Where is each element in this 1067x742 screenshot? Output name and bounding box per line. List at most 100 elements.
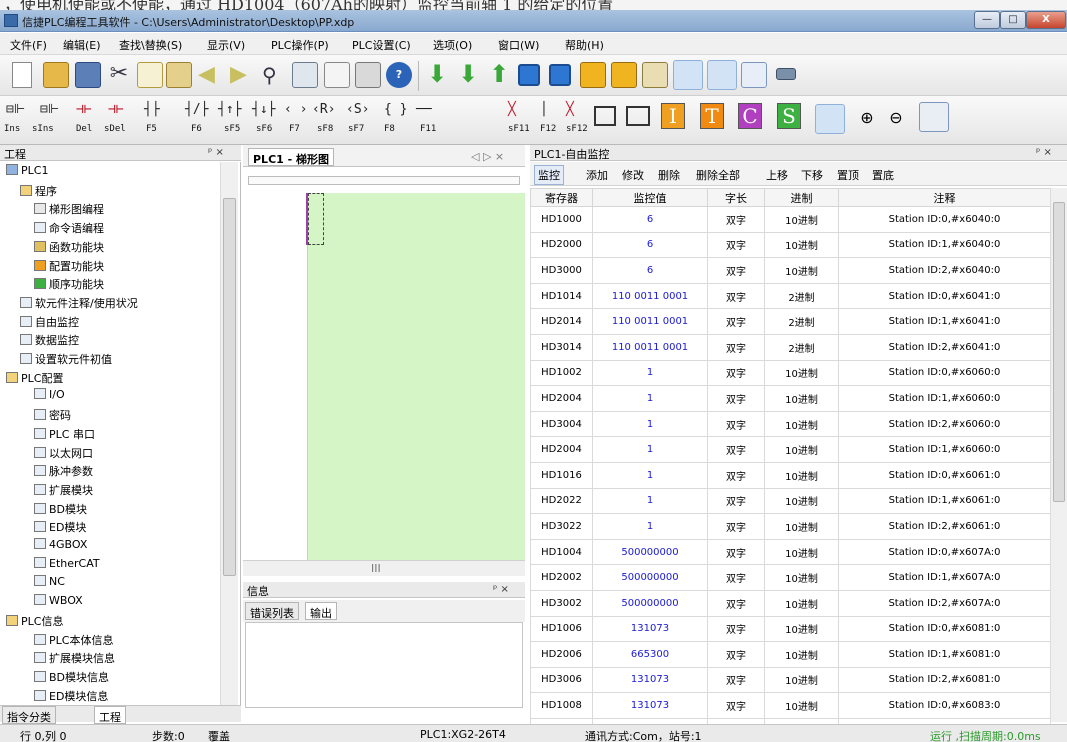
maximize-button[interactable]: □ — [1000, 11, 1026, 29]
word-length-cell[interactable]: 双字 — [707, 436, 765, 463]
help-icon[interactable]: ? — [386, 62, 412, 88]
tree-item[interactable]: 命令语编程 — [34, 220, 104, 236]
word-length-cell[interactable]: 双字 — [707, 410, 765, 438]
radix-cell[interactable]: 10进制 — [764, 538, 839, 566]
view-icon[interactable] — [673, 60, 703, 90]
word-length-cell[interactable]: 双字 — [707, 333, 765, 361]
run-icon[interactable]: ⬆ — [486, 62, 512, 88]
reset-coil-icon[interactable]: ‹R› — [312, 102, 335, 117]
monitor-value-cell[interactable]: 110 0011 0001 — [592, 282, 708, 310]
new-file-icon[interactable] — [12, 62, 32, 88]
delete-button[interactable]: 删除 — [658, 167, 680, 183]
tree-item[interactable]: EtherCAT — [34, 556, 100, 570]
ladder-hscrollbar[interactable]: III — [243, 560, 525, 576]
save-icon[interactable] — [75, 62, 101, 88]
download-icon[interactable]: ⬇ — [424, 62, 450, 88]
zoom-in-icon[interactable]: ⊕ — [854, 106, 880, 132]
table-row[interactable]: HD3022 1 双字 10进制 Station ID:2,#x6061:0 — [530, 513, 1051, 540]
monitor-value-cell[interactable]: 131073 — [592, 666, 708, 694]
monitor-value-cell[interactable]: 110 0011 0001 — [592, 308, 708, 335]
table-row[interactable]: HD3004 1 双字 10进制 Station ID:2,#x6060:0 — [530, 410, 1051, 438]
monitor-panel-pin-close[interactable]: ᵖ × — [1036, 147, 1052, 158]
upload-icon[interactable]: ⬇ — [455, 62, 481, 88]
monitor-value-cell[interactable]: 1 — [592, 436, 708, 463]
radix-cell[interactable]: 2进制 — [764, 308, 839, 335]
monitor-value-cell[interactable]: 665300 — [592, 641, 708, 668]
delete-vertical-icon[interactable]: ╳ — [566, 102, 574, 117]
register-cell[interactable]: HD2004 — [530, 436, 593, 463]
cut-icon[interactable]: ✂ — [106, 62, 132, 88]
col-register[interactable]: 寄存器 — [530, 188, 593, 207]
word-length-cell[interactable]: 双字 — [707, 359, 765, 387]
radix-cell[interactable]: 2进制 — [764, 282, 839, 310]
col-word-length[interactable]: 字长 — [707, 188, 765, 207]
forward-arrow-icon[interactable]: ▶ — [230, 64, 256, 90]
radix-cell[interactable]: 10进制 — [764, 385, 839, 412]
monitor-value-cell[interactable]: 1 — [592, 359, 708, 387]
coil-icon[interactable]: ‹ › — [284, 102, 307, 117]
word-length-cell[interactable]: 双字 — [707, 538, 765, 566]
row-height-icon[interactable] — [815, 104, 845, 134]
tree-item[interactable]: 软元件注释/使用状况 — [20, 295, 138, 311]
open-folder-icon[interactable] — [43, 62, 69, 88]
radix-cell[interactable]: 10进制 — [764, 487, 839, 515]
table-row[interactable]: HD3014 110 0011 0001 双字 2进制 Station ID:2,#x6… — [530, 333, 1051, 361]
tree-item[interactable]: BD模块 — [34, 501, 87, 517]
word-length-cell[interactable]: 双字 — [707, 231, 765, 259]
print-icon[interactable] — [355, 62, 381, 88]
radix-cell[interactable]: 10进制 — [764, 231, 839, 259]
comment-cell[interactable]: Station ID:2,#x6060:0 — [838, 410, 1051, 438]
comment-cell[interactable]: Station ID:1,#x6060:0 — [838, 436, 1051, 463]
info-panel-pin-close[interactable]: ᵖ × — [493, 584, 509, 595]
tab-instruction-category[interactable]: 指令分类 — [2, 706, 56, 724]
comment-cell[interactable]: Station ID:2,#x6040:0 — [838, 257, 1051, 284]
tree-item[interactable]: 程序 — [20, 183, 57, 199]
table-row[interactable]: HD2004 1 双字 10进制 Station ID:1,#x6060:0 — [530, 436, 1051, 463]
register-cell[interactable]: HD2006 — [530, 641, 593, 668]
comment-cell[interactable]: Station ID:2,#x6081:0 — [838, 666, 1051, 694]
table-row[interactable]: HD3000 6 双字 10进制 Station ID:2,#x6040:0 — [530, 257, 1051, 284]
close-button[interactable]: X — [1026, 11, 1066, 29]
table-row[interactable]: HD2014 110 0011 0001 双字 2进制 Station ID:1,#x6… — [530, 308, 1051, 335]
lock-icon[interactable] — [580, 62, 606, 88]
table-row[interactable]: HD1008 131073 双字 10进制 Station ID:0,#x6083:0 — [530, 692, 1051, 719]
monitor-value-cell[interactable]: 6 — [592, 231, 708, 259]
project-tree-scrollbar[interactable] — [220, 162, 238, 705]
scrollbar-thumb[interactable] — [1053, 202, 1065, 502]
comment-cell[interactable]: Station ID:1,#x6040:0 — [838, 231, 1051, 259]
radix-cell[interactable]: 10进制 — [764, 257, 839, 284]
add-button[interactable]: 添加 — [586, 167, 608, 183]
project-panel-pin-close[interactable]: ᵖ × — [208, 147, 224, 158]
tree-item[interactable]: PLC信息 — [6, 613, 63, 629]
register-cell[interactable]: HD3006 — [530, 666, 593, 694]
register-cell[interactable]: HD2000 — [530, 231, 593, 259]
tab-project[interactable]: 工程 — [94, 706, 126, 724]
back-arrow-icon[interactable]: ◀ — [198, 64, 224, 90]
battery-icon[interactable] — [776, 68, 796, 80]
stop-icon[interactable] — [549, 64, 571, 86]
delete-block-icon[interactable] — [626, 106, 650, 126]
compare-icon[interactable] — [741, 62, 767, 88]
tree-item[interactable]: 设置软元件初值 — [20, 351, 112, 367]
tree-item[interactable]: PLC配置 — [6, 370, 63, 386]
vertical-line-icon[interactable]: │ — [540, 102, 548, 117]
register-cell[interactable]: HD1002 — [530, 359, 593, 387]
monitor-value-cell[interactable]: 6 — [592, 206, 708, 233]
horizontal-line-icon[interactable]: ── — [416, 102, 432, 117]
menu-find-replace[interactable]: 查找\替换(S) — [119, 37, 182, 53]
table-row[interactable]: HD2002 500000000 双字 10进制 Station ID:1,#x607A… — [530, 564, 1051, 591]
comment-cell[interactable]: Station ID:1,#x6041:0 — [838, 308, 1051, 335]
menu-edit[interactable]: 编辑(E) — [63, 37, 101, 53]
tree-item[interactable]: I/O — [34, 388, 65, 401]
monitor-value-cell[interactable]: 131073 — [592, 692, 708, 719]
word-length-cell[interactable]: 双字 — [707, 385, 765, 412]
monitor-value-cell[interactable]: 1 — [592, 461, 708, 489]
register-cell[interactable]: HD1016 — [530, 461, 593, 489]
comment-cell[interactable]: Station ID:0,#x6081:0 — [838, 615, 1051, 643]
radix-cell[interactable]: 2进制 — [764, 333, 839, 361]
menu-file[interactable]: 文件(F) — [10, 37, 47, 53]
table-row[interactable]: HD2000 6 双字 10进制 Station ID:1,#x6040:0 — [530, 231, 1051, 259]
word-length-cell[interactable]: 双字 — [707, 641, 765, 668]
table-row[interactable]: HD2004 1 双字 10进制 Station ID:1,#x6060:0 — [530, 385, 1051, 412]
word-length-cell[interactable]: 双字 — [707, 692, 765, 719]
